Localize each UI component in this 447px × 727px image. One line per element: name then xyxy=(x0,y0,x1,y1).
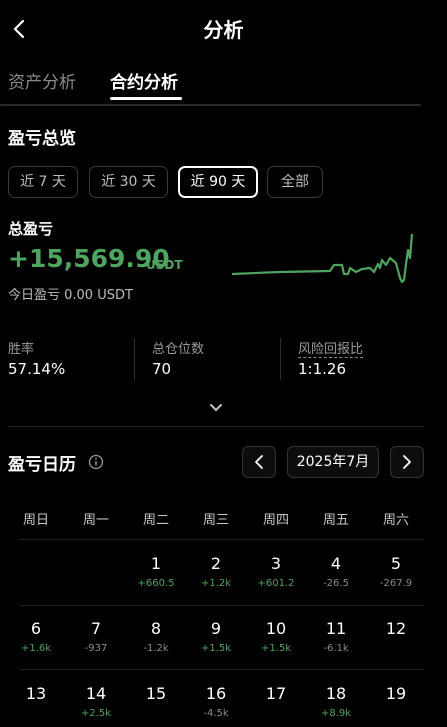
range-all-button[interactable]: 全部 xyxy=(267,166,323,198)
tab-asset-analysis[interactable]: 资产分析 xyxy=(8,68,76,93)
info-icon xyxy=(88,454,104,470)
calendar-day[interactable]: 6 xyxy=(6,619,66,638)
weekday-wed: 周三 xyxy=(202,513,229,528)
tabs-divider xyxy=(0,104,421,106)
win-rate-value: 57.14% xyxy=(8,360,66,378)
calendar-row-divider xyxy=(20,605,424,606)
calendar-day[interactable]: 5 xyxy=(366,554,426,573)
today-pnl: 今日盈亏 0.00 USDT xyxy=(8,288,133,303)
calendar-day-pnl: -4.5k xyxy=(203,708,229,719)
calendar-row-divider xyxy=(20,539,424,540)
calendar-day-pnl: -6.1k xyxy=(323,643,349,654)
stats-divider xyxy=(280,338,281,380)
calendar-day-pnl: +1.5k xyxy=(260,643,292,654)
month-selector[interactable]: 2025年7月 xyxy=(287,446,379,478)
calendar-day-pnl: +601.2 xyxy=(257,578,295,589)
total-pnl-unit: USDT xyxy=(146,258,183,272)
range-30d-button[interactable]: 近 30 天 xyxy=(89,166,168,198)
calendar-day-pnl: -267.9 xyxy=(379,578,413,589)
pnl-sparkline xyxy=(231,233,414,284)
calendar-day-pnl: -937 xyxy=(84,643,108,654)
calendar-day[interactable]: 8 xyxy=(126,619,186,638)
calendar-day[interactable]: 14 xyxy=(66,684,126,703)
section-divider xyxy=(8,426,424,427)
range-7d-button[interactable]: 近 7 天 xyxy=(8,166,78,198)
calendar-day[interactable]: 11 xyxy=(306,619,366,638)
calendar-day[interactable]: 2 xyxy=(186,554,246,573)
overview-title: 盈亏总览 xyxy=(8,129,76,149)
calendar-day-pnl: +1.6k xyxy=(20,643,52,654)
calendar-day[interactable]: 15 xyxy=(126,684,186,703)
calendar-day[interactable]: 12 xyxy=(366,619,426,638)
weekday-tue: 周二 xyxy=(142,513,169,528)
weekday-sun: 周日 xyxy=(22,513,49,528)
calendar-day-pnl: -1.2k xyxy=(143,643,169,654)
calendar-day[interactable]: 13 xyxy=(6,684,66,703)
prev-month-button[interactable] xyxy=(242,446,276,478)
stats-divider xyxy=(134,338,135,380)
calendar-day[interactable]: 10 xyxy=(246,619,306,638)
weekday-sat: 周六 xyxy=(382,513,409,528)
weekday-fri: 周五 xyxy=(322,513,349,528)
calendar-day-pnl: +1.5k xyxy=(200,643,232,654)
calendar-day[interactable]: 7 xyxy=(66,619,126,638)
calendar-day-pnl: +1.2k xyxy=(200,578,232,589)
weekday-thu: 周四 xyxy=(262,513,289,528)
tab-contract-analysis[interactable]: 合约分析 xyxy=(110,68,178,93)
active-tab-indicator xyxy=(110,97,182,100)
calendar-day[interactable]: 4 xyxy=(306,554,366,573)
chevron-right-icon xyxy=(403,455,411,469)
calendar-day[interactable]: 17 xyxy=(246,684,306,703)
calendar-day[interactable]: 3 xyxy=(246,554,306,573)
risk-reward-value: 1:1.26 xyxy=(298,360,346,378)
calendar-day-pnl: +660.5 xyxy=(137,578,175,589)
calendar-day[interactable]: 16 xyxy=(186,684,246,703)
calendar-row-divider xyxy=(20,669,424,670)
calendar-title: 盈亏日历 xyxy=(8,455,76,475)
calendar-day-pnl: -26.5 xyxy=(323,578,349,589)
weekday-mon: 周一 xyxy=(82,513,109,528)
calendar-day-pnl: +8.9k xyxy=(320,708,352,719)
calendar-day[interactable]: 19 xyxy=(366,684,426,703)
calendar-day[interactable]: 9 xyxy=(186,619,246,638)
total-positions-value: 70 xyxy=(152,360,172,378)
page-title: 分析 xyxy=(203,18,244,42)
calendar-day[interactable]: 18 xyxy=(306,684,366,703)
risk-reward-label[interactable]: 风险回报比 xyxy=(298,338,364,358)
total-pnl-label: 总盈亏 xyxy=(8,220,54,238)
expand-button[interactable] xyxy=(206,400,226,414)
calendar-day-pnl: +2.5k xyxy=(80,708,112,719)
win-rate-label: 胜率 xyxy=(8,342,35,357)
total-positions-label: 总仓位数 xyxy=(152,342,205,357)
calendar-day[interactable]: 1 xyxy=(126,554,186,573)
chevron-left-icon xyxy=(255,455,263,469)
chevron-down-icon xyxy=(210,404,222,411)
range-90d-button[interactable]: 近 90 天 xyxy=(178,166,258,198)
next-month-button[interactable] xyxy=(390,446,424,478)
info-button[interactable] xyxy=(88,454,104,470)
